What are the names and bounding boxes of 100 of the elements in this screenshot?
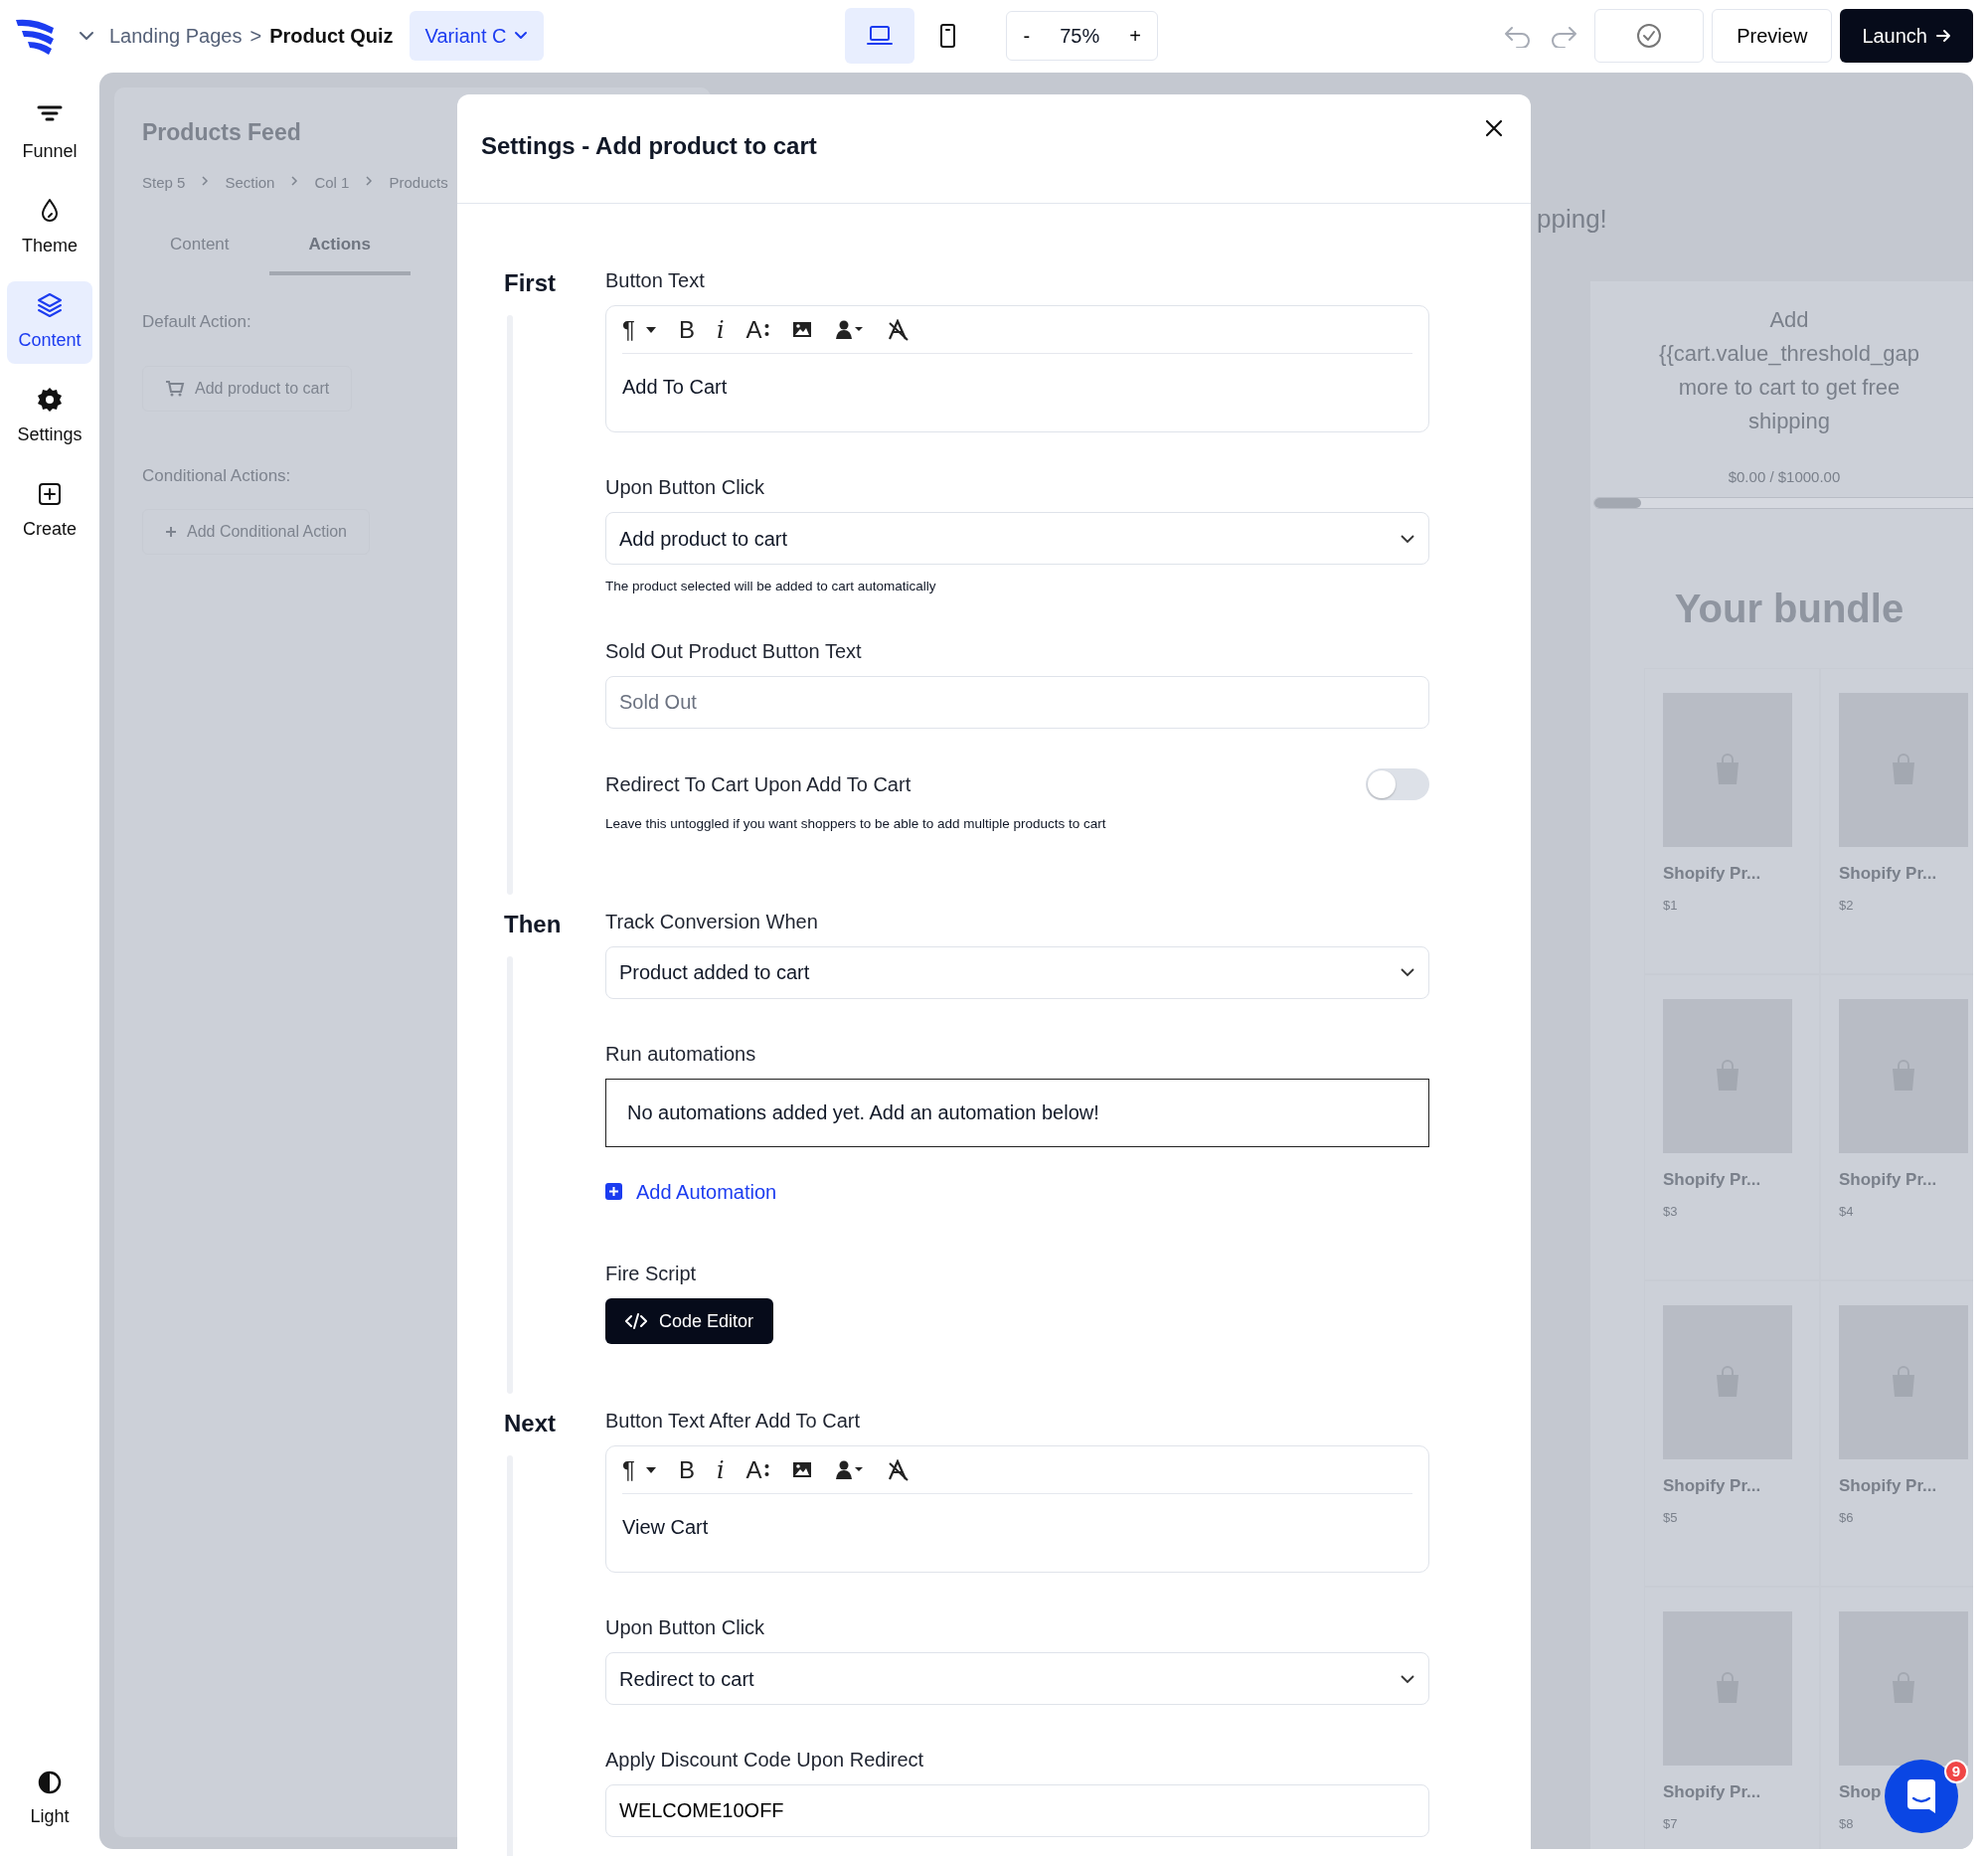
field-label: Upon Button Click <box>605 475 766 500</box>
input-field[interactable]: Sold Out <box>605 676 1429 730</box>
plus-icon <box>165 525 177 538</box>
help-text: Leave this untoggled if you want shoppers to be able to add multiple products to cart <box>605 815 1107 834</box>
field-label: Run automations <box>605 1041 757 1067</box>
chevron-down-icon <box>1400 967 1415 977</box>
product-price: $8 <box>1839 1815 1854 1833</box>
bold-tool[interactable]: B <box>678 311 695 348</box>
field-label: Button Text <box>605 268 706 293</box>
breadcrumb-separator: > <box>249 24 262 49</box>
paragraph-tool[interactable]: ¶ <box>622 1451 657 1488</box>
rich-text-editor[interactable]: ¶ B i A Add To Cart <box>605 305 1429 432</box>
redo-icon <box>1549 24 1579 49</box>
zoom-out-button[interactable]: - <box>1007 21 1047 51</box>
product-title: Shopify Pr... <box>1839 1474 1937 1497</box>
sidebar-item[interactable]: Theme <box>7 187 92 269</box>
rich-text-editor[interactable]: ¶ B i A View Cart <box>605 1445 1429 1573</box>
desktop-view-button[interactable] <box>845 8 915 64</box>
product-price: $1 <box>1663 897 1678 915</box>
preview-button[interactable]: Preview <box>1712 9 1833 63</box>
arrow-right-icon <box>1935 28 1951 44</box>
modal-title: Settings - Add product to cart <box>481 131 817 161</box>
launch-button[interactable]: Launch <box>1840 9 1973 63</box>
zoom-level: 75% <box>1059 24 1101 49</box>
editor-text: View Cart <box>622 1515 710 1540</box>
field-label: Sold Out Product Button Text <box>605 639 863 665</box>
progress-message: shipping <box>1747 408 1831 435</box>
clear-tool[interactable] <box>886 1458 911 1481</box>
close-icon <box>1485 119 1503 138</box>
field-label: Apply Discount Code Upon Redirect <box>605 1748 925 1772</box>
italic-tool[interactable]: i <box>716 1451 725 1488</box>
product-title: Shopify Pr... <box>1663 862 1761 885</box>
product-price: $4 <box>1839 1203 1854 1221</box>
input-field[interactable]: WELCOME10OFF <box>605 1784 1429 1837</box>
product-title: Shopify Pr... <box>1839 862 1937 885</box>
caret-down-icon <box>644 1465 657 1474</box>
person-icon <box>834 1458 865 1481</box>
select-field[interactable]: Add product to cart <box>605 512 1429 565</box>
dots-icon <box>763 321 769 338</box>
person-tool[interactable] <box>834 318 865 341</box>
code-editor-button[interactable]: Code Editor <box>605 1298 774 1344</box>
cart-icon <box>165 380 185 398</box>
field-label: Redirect To Cart Upon Add To Cart <box>605 772 911 798</box>
empty-notice: No automations added yet. Add an automation below! <box>605 1078 1429 1147</box>
add-automation-link[interactable]: Add Automation <box>605 1176 777 1207</box>
clear-tool[interactable] <box>886 318 911 341</box>
product-title: Shopify Pr... <box>1839 1168 1937 1191</box>
select-field[interactable]: Product added to cart <box>605 945 1429 999</box>
help-text: The product selected will be added to cart automatically <box>605 578 937 595</box>
sidebar-item[interactable]: Funnel <box>7 92 92 175</box>
progress-message: Add <box>1768 306 1810 334</box>
section-label: Then <box>504 909 563 939</box>
chevron-down-icon <box>1400 533 1415 544</box>
person-icon <box>834 318 865 341</box>
chevron-right-icon <box>201 174 210 187</box>
product-price: $2 <box>1839 897 1854 915</box>
caret-down-icon <box>644 325 657 334</box>
zoom-in-button[interactable]: + <box>1113 21 1157 51</box>
plus-square-icon <box>605 1183 622 1200</box>
section-label: Default Action: <box>142 310 251 333</box>
theme-toggle[interactable]: Light <box>7 1760 92 1840</box>
product-title: Shop <box>1839 1780 1882 1803</box>
font-tool[interactable]: A <box>746 311 769 348</box>
section-label: Next <box>504 1409 558 1438</box>
check-button[interactable] <box>1594 9 1705 63</box>
page-title: Product Quiz <box>269 24 394 49</box>
sidebar-item[interactable]: Content <box>7 281 92 364</box>
person-tool[interactable] <box>834 1458 865 1481</box>
layers-icon <box>36 291 64 319</box>
progress-message: more to cart to get free <box>1677 374 1902 402</box>
variant-dropdown[interactable]: Variant C <box>409 11 545 61</box>
chevron-down-icon[interactable] <box>78 30 95 42</box>
section-label: First <box>504 268 557 298</box>
dots-icon <box>763 1461 769 1478</box>
chevron-right-icon <box>365 174 374 187</box>
product-price: $7 <box>1663 1815 1678 1833</box>
sidebar-item[interactable]: Create <box>7 470 92 553</box>
select-field[interactable]: Redirect to cart <box>605 1652 1429 1705</box>
field-label: Track Conversion When <box>605 909 819 934</box>
font-tool[interactable]: A <box>746 1451 769 1488</box>
product-title: Shopify Pr... <box>1663 1168 1761 1191</box>
sidebar-item[interactable]: Settings <box>7 376 92 458</box>
code-icon <box>625 1312 647 1330</box>
paragraph-tool[interactable]: ¶ <box>622 311 657 348</box>
product-price: $6 <box>1839 1509 1854 1527</box>
clear-format-icon <box>886 318 911 341</box>
field-label: Button Text After Add To Cart <box>605 1409 862 1434</box>
product-price: $3 <box>1663 1203 1678 1221</box>
check-circle-icon <box>1635 22 1664 50</box>
progress-message: {{cart.value_threshold_gap <box>1658 340 1920 368</box>
banner-text: pping! <box>1537 203 1607 236</box>
chevron-down-icon <box>1400 1673 1415 1684</box>
toggle-switch[interactable] <box>1366 768 1429 801</box>
bold-tool[interactable]: B <box>678 1451 695 1488</box>
italic-tool[interactable]: i <box>716 311 725 348</box>
section-label: Conditional Actions: <box>142 465 291 487</box>
panel-title: Products Feed <box>142 118 301 147</box>
breadcrumb-link[interactable]: Landing Pages <box>109 21 243 51</box>
gear-icon <box>36 386 64 414</box>
product-price: $5 <box>1663 1509 1678 1527</box>
